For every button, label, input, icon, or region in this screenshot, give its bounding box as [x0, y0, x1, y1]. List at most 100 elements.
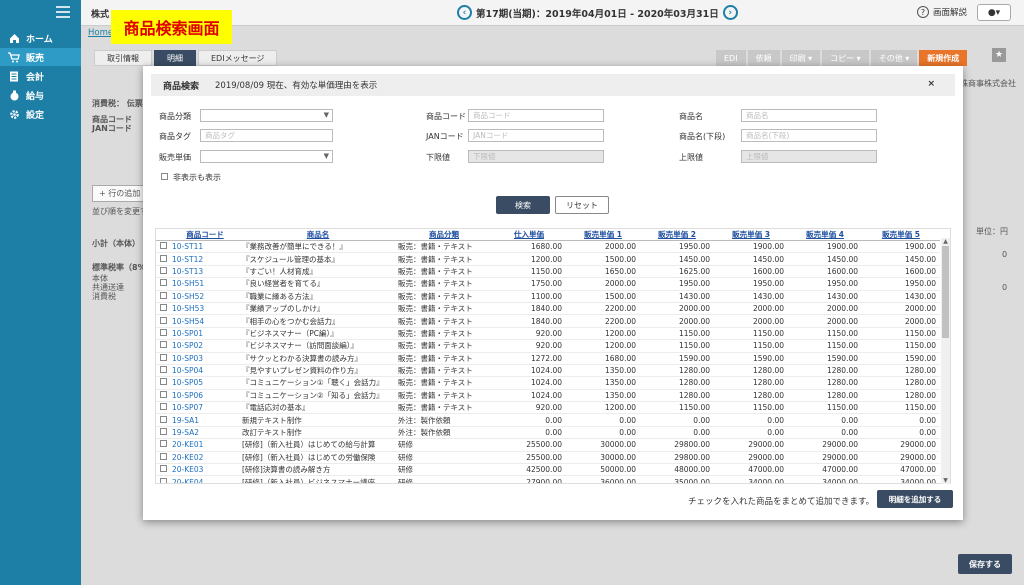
tag-input[interactable]: 商品タグ — [200, 129, 333, 142]
table-row[interactable]: 10-SP04 『見やすいプレゼン資料の作り方』 販売：書籍・テキスト 1024.00… — [156, 364, 940, 378]
row-checkbox[interactable] — [159, 353, 167, 361]
table-scrollbar[interactable]: ▲ ▼ — [941, 238, 950, 484]
product-code-link[interactable]: 10-SH51 — [170, 277, 240, 291]
product-code-link[interactable]: 19-SA2 — [170, 426, 240, 440]
table-row[interactable]: 10-SH53 『業績アップのしかけ』 販売：書籍・テキスト 1840.00 2200.… — [156, 302, 940, 316]
search-button[interactable]: 検索 — [496, 196, 550, 214]
table-row[interactable]: 10-SP03 『サクッとわかる決算書の読み方』 販売：書籍・テキスト 1272.00… — [156, 352, 940, 365]
other-button[interactable]: その他 ▾ — [870, 50, 918, 66]
code-input[interactable]: 商品コード — [468, 109, 604, 122]
product-code-link[interactable]: 20-KE01 — [170, 438, 240, 452]
product-code-link[interactable]: 10-ST13 — [170, 265, 240, 279]
jan-input[interactable]: JANコード — [468, 129, 604, 142]
table-row[interactable]: 10-SH52 『職業に縁ある方法』 販売：書籍・テキスト 1100.00 1500.0… — [156, 290, 940, 303]
table-row[interactable]: 20-KE02 [研修]（新入社員）はじめての労働保険 研修 25500.00 3000… — [156, 451, 940, 465]
product-code-link[interactable]: 20-KE03 — [170, 463, 240, 477]
product-code-link[interactable]: 10-SP06 — [170, 389, 240, 403]
tab-transaction[interactable]: 取引情報 — [94, 50, 152, 66]
reset-button[interactable]: リセット — [555, 196, 609, 214]
name-input[interactable]: 商品名 — [741, 109, 877, 122]
tab-edi-message[interactable]: EDIメッセージ — [198, 50, 278, 66]
next-period-button[interactable]: › — [722, 5, 738, 20]
category-select[interactable]: ▼ — [200, 109, 333, 122]
print-button[interactable]: 印刷 ▾ — [781, 50, 821, 66]
table-row[interactable]: 20-KE03 [研修]決算書の読み解き方 研修 42500.00 50000.00 48… — [156, 463, 940, 477]
sidebar-item-accounting[interactable]: 会計 — [0, 67, 81, 85]
table-row[interactable]: 10-SH51 『良い経営者を育てる』 販売：書籍・テキスト 1750.00 2000.… — [156, 277, 940, 291]
product-code-link[interactable]: 19-SA1 — [170, 413, 240, 427]
product-code-link[interactable]: 10-SP04 — [170, 364, 240, 378]
row-checkbox[interactable] — [159, 403, 167, 411]
column-header[interactable]: 商品分類 — [396, 229, 492, 241]
table-row[interactable]: 10-ST11 『業務改善が簡単にできる！』 販売：書籍・テキスト 1680.00 20… — [156, 240, 940, 254]
table-row[interactable]: 10-SP07 『電話応対の基本』 販売：書籍・テキスト 920.00 1200.00 1… — [156, 401, 940, 415]
row-checkbox[interactable] — [159, 242, 167, 250]
row-checkbox[interactable] — [159, 304, 167, 312]
table-row[interactable]: 19-SA2 改訂テキスト制作 外注：製作依頼 0.00 0.00 0.00 0.00 0.0… — [156, 426, 940, 440]
column-header[interactable]: 商品名 — [240, 229, 396, 241]
row-checkbox[interactable] — [159, 440, 167, 448]
scroll-down-icon[interactable]: ▼ — [942, 477, 949, 484]
row-checkbox[interactable] — [159, 279, 167, 287]
upper-input[interactable]: 上限値 — [741, 150, 877, 163]
row-checkbox[interactable] — [159, 366, 167, 374]
product-code-link[interactable]: 10-SH53 — [170, 302, 240, 316]
product-code-link[interactable]: 20-KE04 — [170, 475, 240, 483]
lower-input[interactable]: 下限値 — [468, 150, 604, 163]
sidebar-item-home[interactable]: ホーム — [0, 29, 81, 47]
product-code-link[interactable]: 10-ST11 — [170, 240, 240, 254]
hamburger-menu-icon[interactable] — [56, 6, 70, 18]
table-row[interactable]: 10-SP06 『コミュニケーション②「知る」会話力』 販売：書籍・テキスト 1024… — [156, 389, 940, 403]
row-checkbox[interactable] — [159, 390, 167, 398]
column-header[interactable]: 販売単価 2 — [640, 229, 714, 241]
scroll-up-icon[interactable]: ▲ — [942, 238, 949, 245]
table-row[interactable]: 10-SH54 『相手の心をつかむ会話力』 販売：書籍・テキスト 1840.00 220… — [156, 314, 940, 328]
row-checkbox[interactable] — [159, 477, 167, 483]
product-code-link[interactable]: 10-SP05 — [170, 376, 240, 390]
column-header[interactable]: 販売単価 3 — [714, 229, 788, 241]
name2-input[interactable]: 商品名(下段) — [741, 129, 877, 142]
table-row[interactable]: 10-SP02 『ビジネスマナー（訪問面談編）』 販売：書籍・テキスト 920.00 1… — [156, 339, 940, 353]
product-code-link[interactable]: 10-SP01 — [170, 327, 240, 341]
table-row[interactable]: 10-ST13 『すごい！人材育成』 販売：書籍・テキスト 1150.00 1650.0… — [156, 265, 940, 279]
column-header[interactable]: 仕入単価 — [492, 229, 566, 241]
breadcrumb[interactable]: Home — [88, 28, 113, 38]
product-code-link[interactable]: 10-SP07 — [170, 401, 240, 415]
row-checkbox[interactable] — [159, 316, 167, 324]
table-row[interactable]: 10-ST12 『スケジュール管理の基本』 販売：書籍・テキスト 1200.00 150… — [156, 252, 940, 266]
product-code-link[interactable]: 10-SH52 — [170, 290, 240, 303]
table-row[interactable]: 10-SP05 『コミュニケーション①「聴く」会話力』 販売：書籍・テキスト 1024… — [156, 376, 940, 390]
edi-button[interactable]: EDI — [716, 50, 746, 66]
column-header[interactable]: 商品コード — [170, 229, 240, 241]
product-code-link[interactable]: 20-KE02 — [170, 451, 240, 465]
request-button[interactable]: 依頼 — [747, 50, 780, 66]
product-code-link[interactable]: 10-SP02 — [170, 339, 240, 353]
copy-button[interactable]: コピー ▾ — [822, 50, 869, 66]
table-row[interactable]: 19-SA1 新規テキスト制作 外注：製作依頼 0.00 0.00 0.00 0.00 0.0… — [156, 413, 940, 427]
row-checkbox[interactable] — [159, 428, 167, 436]
product-code-link[interactable]: 10-ST12 — [170, 252, 240, 266]
row-checkbox[interactable] — [159, 378, 167, 386]
show-hidden-checkbox[interactable] — [161, 173, 168, 180]
price-select[interactable]: ▼ — [200, 150, 333, 163]
row-checkbox[interactable] — [159, 266, 167, 274]
column-header[interactable]: 販売単価 4 — [788, 229, 862, 241]
new-create-button[interactable]: 新規作成 — [919, 50, 968, 66]
save-button[interactable]: 保存する — [958, 554, 1012, 574]
favorite-star-icon[interactable]: ★ — [992, 48, 1006, 62]
row-checkbox[interactable] — [159, 254, 167, 262]
table-row[interactable]: 20-KE01 [研修]（新入社員）はじめての給与計算 研修 25500.00 3000… — [156, 438, 940, 452]
help-link[interactable]: ? 画面解説 — [917, 6, 967, 18]
column-header[interactable]: 販売単価 5 — [862, 229, 940, 241]
row-checkbox[interactable] — [159, 291, 167, 299]
close-icon[interactable]: × — [927, 79, 935, 89]
sidebar-item-payroll[interactable]: 給与 — [0, 86, 81, 104]
row-checkbox[interactable] — [159, 415, 167, 423]
row-checkbox[interactable] — [159, 328, 167, 336]
row-checkbox[interactable] — [159, 452, 167, 460]
sidebar-item-sales[interactable]: 販売 — [0, 48, 81, 66]
prev-period-button[interactable]: ‹ — [457, 5, 472, 20]
table-row[interactable]: 10-SP01 『ビジネスマナー（PC編）』 販売：書籍・テキスト 920.00 120… — [156, 327, 940, 341]
product-code-link[interactable]: 10-SP03 — [170, 352, 240, 365]
row-checkbox[interactable] — [159, 465, 167, 473]
